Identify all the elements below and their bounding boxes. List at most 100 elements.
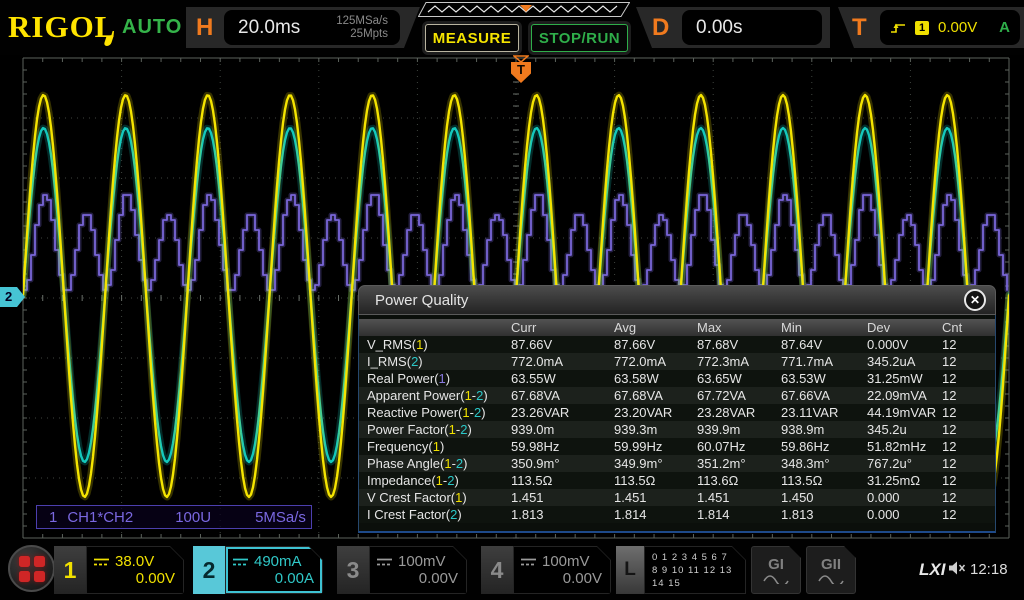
measurement-value: 23.20VAR — [614, 405, 673, 420]
channel-ref: 2 — [450, 507, 458, 522]
stop-run-button[interactable]: STOP/RUN — [531, 24, 628, 52]
system-clock[interactable]: 12:18 — [970, 561, 1008, 578]
channel-button-3[interactable]: 3 100mV 0.00V — [337, 546, 467, 594]
rising-edge-trigger-icon — [891, 23, 905, 33]
math-sample-rate: 5MSa/s — [255, 508, 306, 526]
measurement-value: 350.9m° — [511, 456, 560, 471]
channel-ref: 2 — [411, 354, 419, 369]
horizontal-h-label: H — [196, 14, 214, 41]
measurement-label: I_RMS(2) — [367, 354, 423, 369]
measurement-value: 51.82mHz — [867, 439, 927, 454]
channel-button-1[interactable]: 1 38.0V 0.00V — [54, 546, 184, 594]
measurement-value: 12 — [942, 405, 957, 420]
measurement-value: 12 — [942, 422, 957, 437]
column-header: Dev — [867, 320, 891, 335]
measurement-value: 938.9m — [781, 422, 825, 437]
measure-button[interactable]: MEASURE — [425, 24, 519, 52]
dc-coupling-icon — [232, 557, 249, 567]
measurement-value: 939.3m — [614, 422, 658, 437]
channel-button-2[interactable]: 2 490mA 0.00A — [193, 546, 323, 594]
table-row: V Crest Factor(1) 1.451 1.451 1.451 1.450 0.0… — [359, 489, 995, 506]
measurement-value: 767.2u° — [867, 456, 912, 471]
column-header: Max — [697, 320, 722, 335]
generator1-button[interactable]: GI — [751, 546, 801, 594]
math-expression: CH1*CH2 — [67, 508, 134, 526]
measurement-value: 23.26VAR — [511, 405, 570, 420]
table-row: I Crest Factor(2) 1.813 1.814 1.814 1.813 0.0… — [359, 506, 995, 523]
logic-l-label: L — [616, 546, 644, 594]
channel-ref: 1 — [462, 405, 470, 420]
horizontal-settings-button[interactable]: H 20.0ms 125MSa/s 25Mpts — [186, 7, 420, 48]
delay-d-label: D — [652, 14, 670, 41]
record-overview-strip[interactable] — [418, 2, 630, 17]
dc-coupling-icon — [93, 557, 110, 567]
measurement-value: 772.0mA — [614, 354, 667, 369]
power-quality-panel: Power Quality ✕ Curr Avg Max Min Dev Cnt V_RMS… — [358, 285, 996, 533]
menu-grid-icon[interactable] — [8, 545, 55, 592]
measurement-value: 67.66VA — [781, 388, 830, 403]
measurement-label: Apparent Power(1-2) — [367, 388, 488, 403]
measurement-value: 12 — [942, 439, 957, 454]
trigger-position-triangle — [513, 55, 529, 63]
panel-body: Curr Avg Max Min Dev Cnt V_RMS(1) 87.66V 87.66V 8… — [358, 315, 996, 533]
table-row: I_RMS(2) 772.0mA 772.0mA 772.3mA 771.7mA 345.… — [359, 353, 995, 370]
measurement-value: 67.68VA — [511, 388, 560, 403]
measurement-value: 67.68VA — [614, 388, 663, 403]
table-row: Apparent Power(1-2) 67.68VA 67.68VA 67.72VA… — [359, 387, 995, 404]
measurement-value: 44.19mVAR — [867, 405, 937, 420]
trigger-settings-button[interactable]: T 1 0.00V A — [838, 7, 1024, 48]
channel-number: 4 — [481, 546, 513, 594]
math-channel-label[interactable]: 1 CH1*CH2 100U 5MSa/s — [36, 505, 312, 529]
measurement-label: Reactive Power(1-2) — [367, 405, 486, 420]
measurement-label: V_RMS(1) — [367, 337, 428, 352]
measurement-value: 59.86Hz — [781, 439, 830, 454]
measurement-value: 113.6Ω — [697, 473, 739, 488]
panel-header[interactable]: Power Quality ✕ — [358, 285, 996, 315]
measurement-value: 12 — [942, 473, 957, 488]
channel-ref: 1 — [464, 388, 472, 403]
delay-settings-button[interactable]: D 0.00s — [636, 7, 830, 48]
channel-offset: 0.00V — [418, 570, 458, 587]
measurement-value: 87.68V — [697, 337, 739, 352]
measurement-value: 772.0mA — [511, 354, 564, 369]
measurement-value: 351.2m° — [697, 456, 746, 471]
run-state-label: AUTO — [122, 16, 183, 38]
table-row: Reactive Power(1-2) 23.26VAR 23.20VAR 23.28… — [359, 404, 995, 421]
measurement-value: 345.2uA — [867, 354, 916, 369]
measurement-value: 23.11VAR — [781, 405, 839, 420]
channel-offset: 0.00V — [562, 570, 602, 587]
trigger-t-label: T — [852, 14, 867, 41]
channel-button-4[interactable]: 4 100mV 0.00V — [481, 546, 611, 594]
measurement-value: 63.58W — [614, 371, 659, 386]
measurement-value: 87.66V — [511, 337, 553, 352]
measurement-value: 23.28VAR — [697, 405, 756, 420]
logic-channels-button[interactable]: L 0 1 2 3 4 5 6 7 8 9 10 11 12 13 14 15 — [616, 546, 746, 594]
speaker-muted-icon[interactable] — [948, 560, 966, 576]
measurement-value: 60.07Hz — [697, 439, 746, 454]
measurement-value: 12 — [942, 490, 957, 505]
measurement-value: 12 — [942, 337, 957, 352]
dc-coupling-icon — [520, 557, 537, 567]
channel-scale: 100mV — [542, 553, 590, 570]
measurement-value: 1.451 — [614, 490, 647, 505]
generator2-button[interactable]: GII — [806, 546, 856, 594]
close-icon[interactable]: ✕ — [964, 289, 986, 311]
channel-ref: 1 — [432, 439, 440, 454]
measurement-value: 1.814 — [614, 507, 647, 522]
channel-scale: 38.0V — [115, 553, 155, 570]
channel-ref: 1 — [435, 473, 443, 488]
panel-title: Power Quality — [375, 292, 469, 309]
measurement-value: 1.814 — [697, 507, 730, 522]
measurement-label: I Crest Factor(2) — [367, 507, 462, 522]
measurement-label: Frequency(1) — [367, 439, 445, 454]
lxi-status-label: LXI — [919, 560, 946, 579]
channel-ref: 2 — [455, 456, 464, 471]
sine-icon — [763, 573, 789, 584]
oscilloscope-screen: { "top_bar": { "logo": "RIGOL", "mode": … — [0, 0, 1024, 600]
channel-scale: 100mV — [398, 553, 446, 570]
channel-offset: 0.00A — [274, 570, 314, 587]
measurement-value: 63.55W — [511, 371, 556, 386]
logic-digits-row1: 0 1 2 3 4 5 6 7 — [652, 551, 728, 563]
measurement-value: 59.99Hz — [614, 439, 663, 454]
measurement-value: 63.65W — [697, 371, 742, 386]
